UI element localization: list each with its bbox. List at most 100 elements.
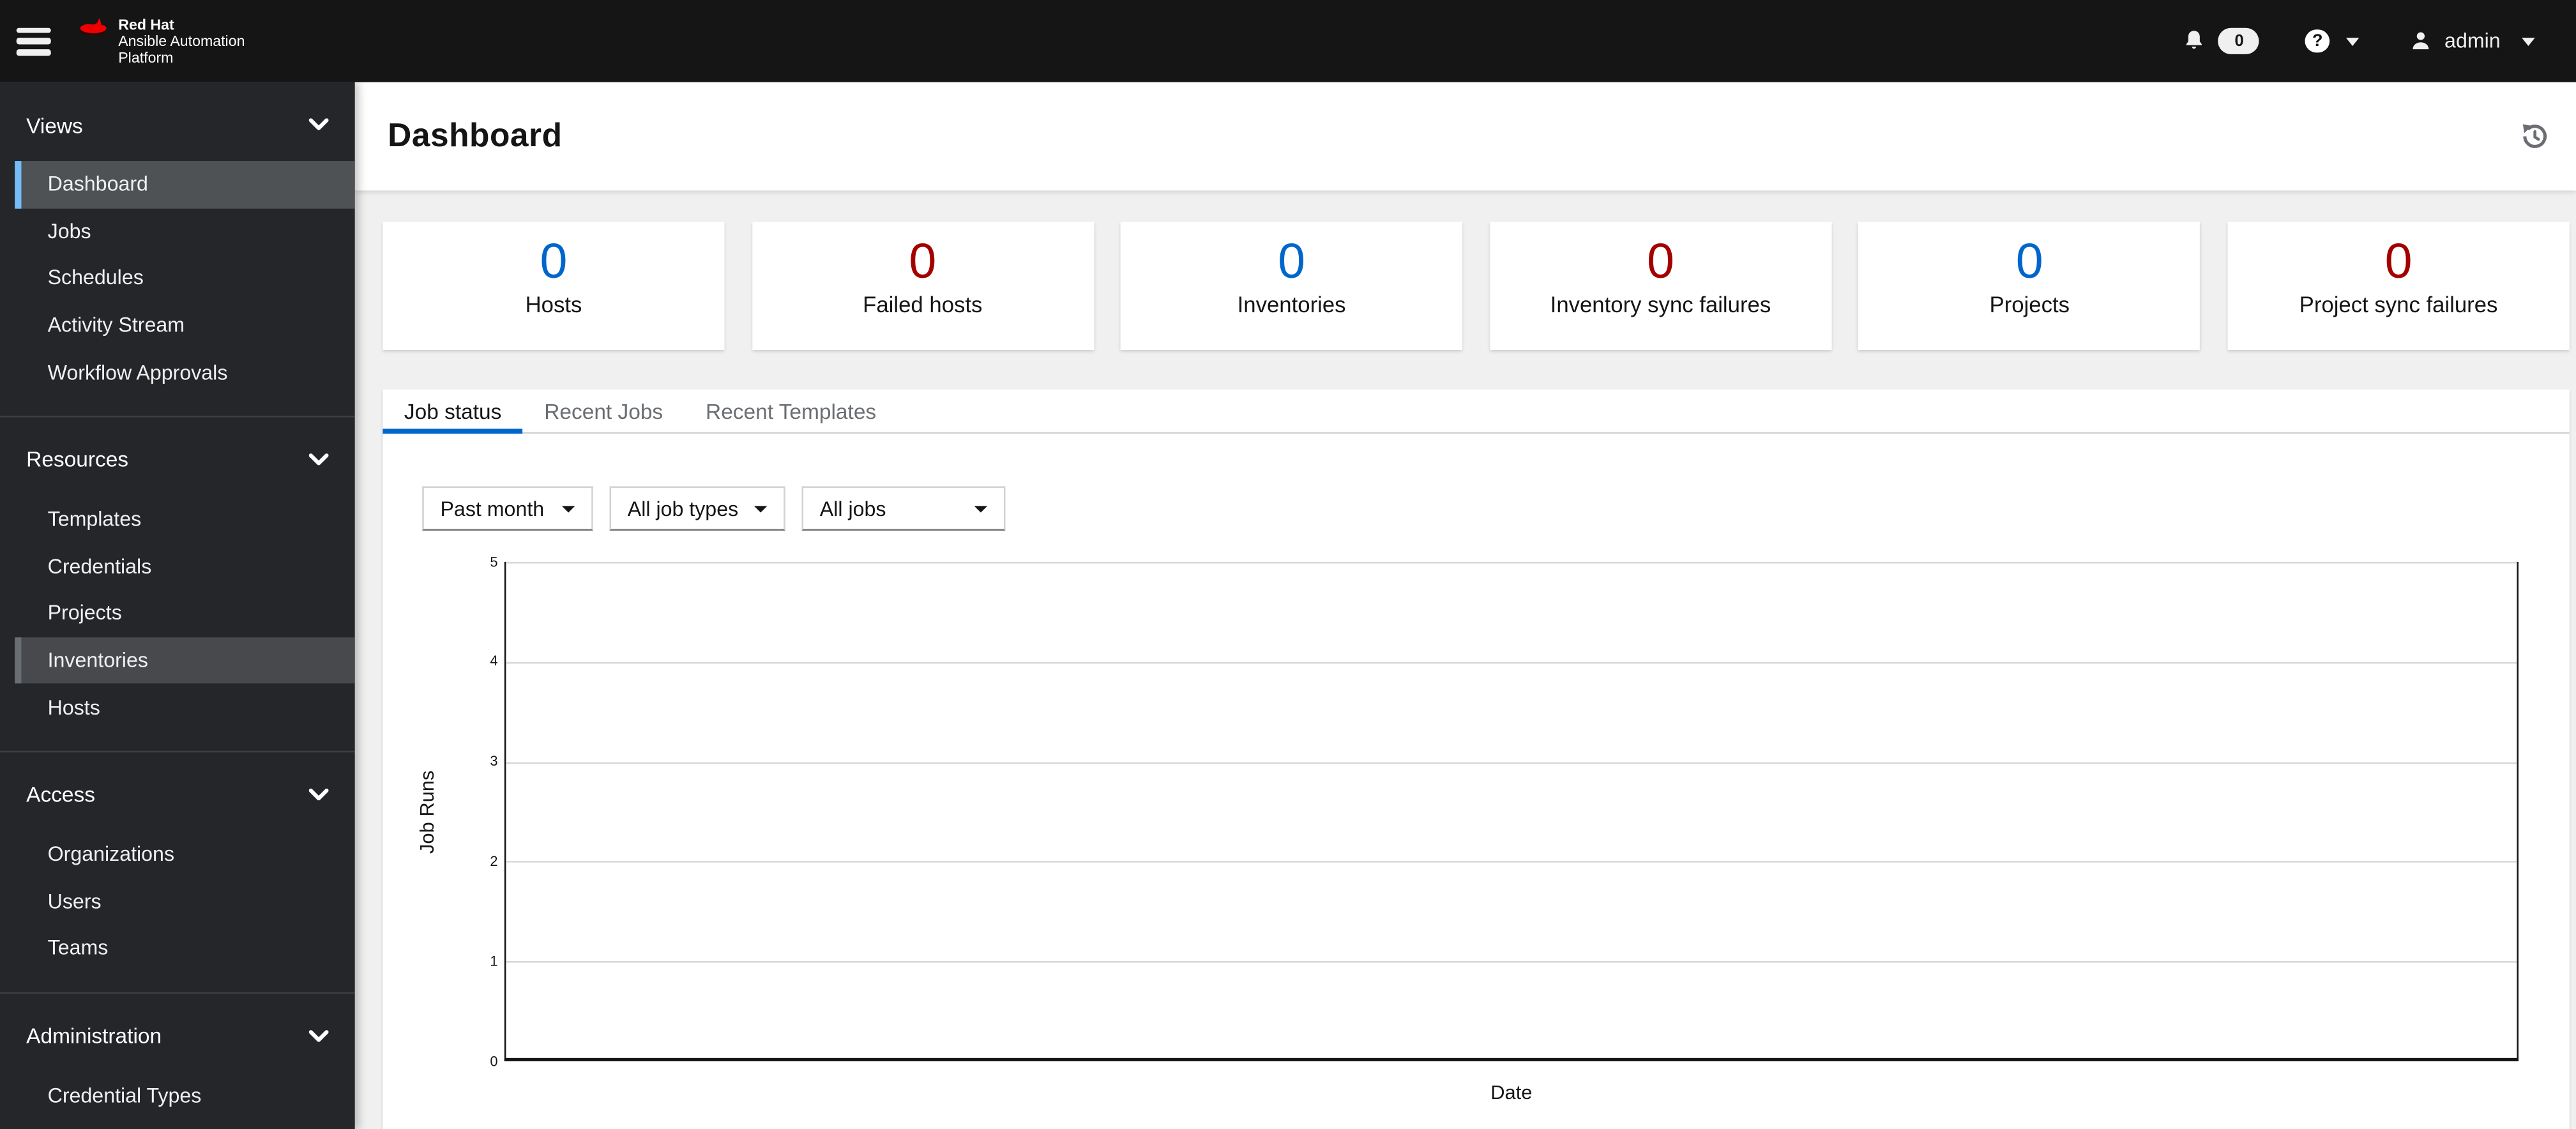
summary-card-label: Inventory sync failures xyxy=(1550,292,1771,317)
sidebar-item-hosts[interactable]: Hosts xyxy=(15,684,355,731)
sidebar-item-users[interactable]: Users xyxy=(15,878,355,925)
sidebar-item-templates[interactable]: Templates xyxy=(15,496,355,543)
sidebar-item-credential-types[interactable]: Credential Types xyxy=(15,1072,355,1119)
sidebar-item-schedules[interactable]: Schedules xyxy=(15,255,355,302)
user-name: admin xyxy=(2444,29,2501,53)
sidebar-group-toggle-resources[interactable]: Resources xyxy=(0,434,355,486)
nav-item-label: Credential Types xyxy=(47,1084,202,1108)
sidebar-item-projects[interactable]: Projects xyxy=(15,590,355,637)
summary-card-label: Project sync failures xyxy=(2299,292,2498,317)
sidebar-group-access: Access Organizations Users Teams xyxy=(0,750,355,992)
tab-recent-templates[interactable]: Recent Templates xyxy=(685,390,898,432)
tab-job-status[interactable]: Job status xyxy=(383,390,524,434)
y-tick-label-4: 4 xyxy=(490,653,498,669)
filters-row: Past month All job types All jobs xyxy=(422,486,2570,531)
sidebar-item-jobs[interactable]: Jobs xyxy=(15,208,355,255)
sidebar-item-credentials[interactable]: Credentials xyxy=(15,543,355,590)
filter-select-past-month[interactable]: Past month xyxy=(422,486,593,531)
nav-item-label: Inventories xyxy=(47,649,148,672)
sidebar-group-administration: Administration Credential Types Notifica… xyxy=(0,992,355,1129)
sidebar-item-dashboard[interactable]: Dashboard xyxy=(15,161,355,208)
nav-item-label: Schedules xyxy=(47,267,144,291)
summary-card-label: Failed hosts xyxy=(863,292,983,317)
summary-card-count[interactable]: 0 xyxy=(2385,236,2413,289)
job-status-chart: Job Runs 0 1 2 3 4 5 Date xyxy=(383,554,2569,1129)
select-value: All jobs xyxy=(819,497,886,520)
nav-group-label: Views xyxy=(26,112,83,137)
page-title: Dashboard xyxy=(388,117,563,154)
user-icon xyxy=(2413,32,2429,50)
brand-text: Red Hat Ansible Automation Platform xyxy=(118,15,245,66)
gridline-y-2 xyxy=(506,861,2517,863)
caret-down-icon xyxy=(2522,36,2535,45)
summary-card-project-sync-failures: 0 Project sync failures xyxy=(2227,222,2570,350)
nav-group-label: Access xyxy=(26,782,95,808)
summary-card-count[interactable]: 0 xyxy=(1647,236,1674,289)
y-tick-label-1: 1 xyxy=(490,952,498,969)
nav-toggle-button[interactable] xyxy=(16,27,51,56)
summary-card-count[interactable]: 0 xyxy=(540,236,568,289)
filter-select-all-job-types[interactable]: All job types xyxy=(609,486,785,531)
brand-product-line2: Platform xyxy=(118,49,174,66)
summary-card-inventories: 0 Inventories xyxy=(1121,222,1463,350)
summary-card-label: Inventories xyxy=(1237,292,1346,317)
filter-select-all-jobs[interactable]: All jobs xyxy=(801,486,1006,531)
dashboard-panel: Job status Recent Jobs Recent Templates … xyxy=(383,389,2570,1129)
red-hat-fedora-icon xyxy=(80,17,107,34)
nav-item-label: Dashboard xyxy=(47,172,148,196)
summary-card-failed-hosts: 0 Failed hosts xyxy=(752,222,1094,350)
gridline-y-3 xyxy=(506,761,2517,764)
hamburger-bar xyxy=(16,38,51,44)
hamburger-bar xyxy=(16,27,51,33)
caret-down-icon xyxy=(754,505,768,512)
app-root: Red Hat Ansible Automation Platform 0 ? xyxy=(0,0,2576,1129)
sidebar-item-teams[interactable]: Teams xyxy=(15,925,355,973)
sidebar-item-notifications[interactable]: Notifications xyxy=(15,1119,355,1129)
nav-group-label: Administration xyxy=(26,1024,162,1049)
masthead: Red Hat Ansible Automation Platform 0 ? xyxy=(0,0,2576,82)
user-menu-button[interactable]: admin xyxy=(2408,28,2535,54)
tab-recent-jobs[interactable]: Recent Jobs xyxy=(523,390,685,432)
summary-card-count[interactable]: 0 xyxy=(1278,236,1305,289)
nav-item-label: Templates xyxy=(47,508,142,531)
nav-item-label: Jobs xyxy=(47,220,91,243)
sidebar-group-toggle-administration[interactable]: Administration xyxy=(0,1010,355,1062)
y-tick-label-5: 5 xyxy=(490,552,498,570)
main-area: Dashboard 0 Hosts 0 Failed hosts 0 Inven… xyxy=(354,82,2576,1129)
summary-card-count[interactable]: 0 xyxy=(909,236,936,289)
content-area: 0 Hosts 0 Failed hosts 0 Inventories 0 I… xyxy=(354,190,2576,1129)
nav-group-label: Resources xyxy=(26,447,129,473)
sidebar-nav: Views Dashboard Jobs Schedules Activity … xyxy=(0,82,355,1129)
history-button[interactable] xyxy=(2520,121,2550,151)
caret-down-icon xyxy=(561,505,575,512)
summary-cards-row: 0 Hosts 0 Failed hosts 0 Inventories 0 I… xyxy=(383,222,2570,350)
sidebar-group-resources: Resources Templates Credentials Projects… xyxy=(0,415,355,751)
notification-count-badge: 0 xyxy=(2218,28,2260,54)
y-axis-title-text: Job Runs xyxy=(415,769,439,854)
y-tick-label-3: 3 xyxy=(490,752,498,769)
nav-item-label: Activity Stream xyxy=(47,314,185,337)
help-menu-button[interactable]: ? xyxy=(2305,29,2360,53)
select-value: Past month xyxy=(440,497,545,520)
notifications-button[interactable] xyxy=(2183,28,2208,54)
nav-item-label: Hosts xyxy=(47,695,100,719)
bell-icon xyxy=(2186,31,2203,49)
caret-down-icon xyxy=(2345,36,2360,45)
sidebar-item-workflow-approvals[interactable]: Workflow Approvals xyxy=(15,349,355,396)
plot-area xyxy=(504,561,2519,1061)
y-tick-label-2: 2 xyxy=(490,852,498,869)
sidebar-item-activity-stream[interactable]: Activity Stream xyxy=(15,302,355,349)
x-axis-title: Date xyxy=(1490,1080,1533,1104)
summary-card-count[interactable]: 0 xyxy=(2016,236,2043,289)
summary-card-label: Projects xyxy=(1989,292,2070,317)
chevron-down-icon xyxy=(308,453,329,466)
tabs-bar: Job status Recent Jobs Recent Templates xyxy=(383,390,2570,434)
sidebar-group-toggle-access[interactable]: Access xyxy=(0,769,355,821)
brand-product-line1: Ansible Automation xyxy=(118,32,245,49)
sidebar-item-organizations[interactable]: Organizations xyxy=(15,831,355,879)
sidebar-group-views: Views Dashboard Jobs Schedules Activity … xyxy=(0,82,355,416)
sidebar-group-toggle-views[interactable]: Views xyxy=(0,98,355,151)
sidebar-item-inventories[interactable]: Inventories xyxy=(15,637,355,685)
question-circle-icon: ? xyxy=(2305,29,2330,53)
brand-name: Red Hat xyxy=(118,15,174,33)
